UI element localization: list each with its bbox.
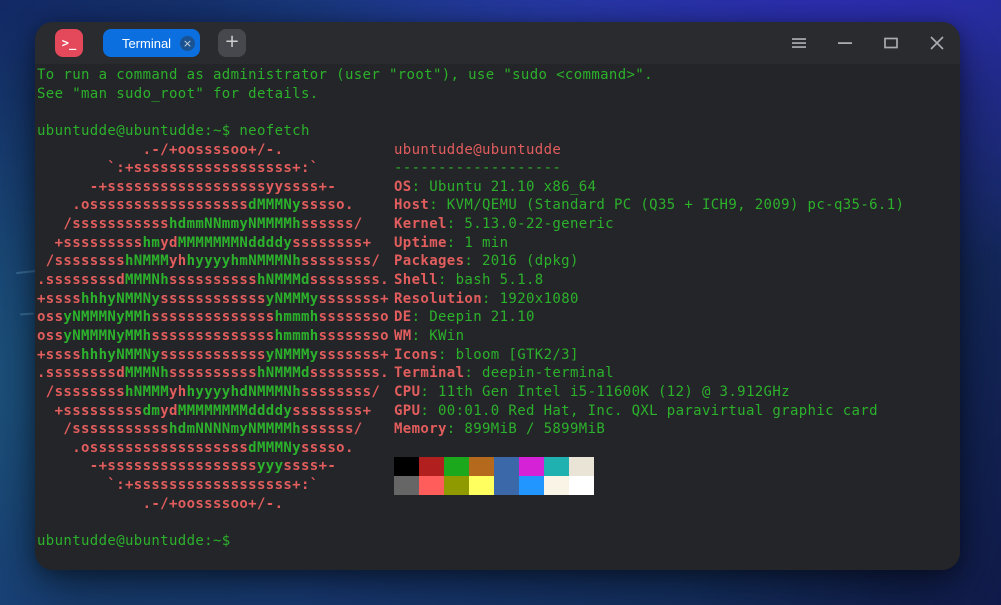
maximize-button[interactable] [868, 22, 914, 64]
neofetch-output: .-/+oossssoo+/-. `:+ssssssssssssssssss+:… [37, 141, 960, 514]
desktop: >_ Terminal × + [0, 0, 1001, 605]
command-line: ubuntudde@ubuntudde:~$ neofetch [37, 122, 960, 141]
palette-swatch [519, 457, 544, 476]
info-entry: GPU: 00:01.0 Red Hat, Inc. QXL paravirtu… [394, 402, 959, 421]
info-entry: Host: KVM/QEMU (Standard PC (Q35 + ICH9,… [394, 196, 959, 215]
new-tab-button[interactable]: + [218, 29, 246, 57]
terminal-screen[interactable]: To run a command as administrator (user … [35, 64, 960, 570]
palette-swatch [544, 457, 569, 476]
terminal-app-icon: >_ [55, 29, 83, 57]
menu-button[interactable] [776, 22, 822, 64]
info-entry: Kernel: 5.13.0-22-generic [394, 215, 959, 234]
intro-line: To run a command as administrator (user … [37, 66, 960, 85]
terminal-window: >_ Terminal × + [35, 22, 960, 570]
info-entry: Icons: bloom [GTK2/3] [394, 346, 959, 365]
palette-row-2 [394, 476, 959, 495]
blank-line [37, 514, 960, 533]
palette-swatch [494, 457, 519, 476]
palette-swatch [569, 476, 594, 495]
neofetch-separator: ------------------- [394, 159, 959, 178]
tab-label: Terminal [122, 36, 181, 51]
palette-row-1 [394, 457, 959, 476]
wallpaper-streak [20, 313, 34, 316]
palette-swatch [444, 457, 469, 476]
palette-swatch [469, 476, 494, 495]
tab-close-icon[interactable]: × [180, 36, 195, 51]
blank-line [37, 103, 960, 122]
prompt-line: ubuntudde@ubuntudde:~$ [37, 532, 960, 551]
intro-lines: To run a command as administrator (user … [37, 66, 960, 103]
palette-swatch [394, 457, 419, 476]
info-entry: Resolution: 1920x1080 [394, 290, 959, 309]
info-entry: WM: KWin [394, 327, 959, 346]
menu-icon [791, 35, 807, 51]
info-entry: Shell: bash 5.1.8 [394, 271, 959, 290]
tab-terminal[interactable]: Terminal × [103, 29, 200, 57]
info-entry: DE: Deepin 21.10 [394, 308, 959, 327]
maximize-icon [883, 35, 899, 51]
palette-swatch [469, 457, 494, 476]
palette-swatch [419, 476, 444, 495]
palette-swatch [494, 476, 519, 495]
neofetch-info-entries: OS: Ubuntu 21.10 x86_64Host: KVM/QEMU (S… [394, 178, 959, 439]
info-entry: Terminal: deepin-terminal [394, 364, 959, 383]
palette-swatch [394, 476, 419, 495]
blank-line [394, 439, 959, 458]
wallpaper-streak [16, 270, 37, 274]
info-entry: Packages: 2016 (dpkg) [394, 252, 959, 271]
neofetch-info: ubuntudde@ubuntudde ------------------- … [394, 141, 959, 495]
palette-swatch [444, 476, 469, 495]
info-entry: Uptime: 1 min [394, 234, 959, 253]
info-entry: CPU: 11th Gen Intel i5-11600K (12) @ 3.9… [394, 383, 959, 402]
close-button[interactable] [914, 22, 960, 64]
info-entry: OS: Ubuntu 21.10 x86_64 [394, 178, 959, 197]
palette-swatch [569, 457, 594, 476]
palette-swatch [544, 476, 569, 495]
neofetch-header: ubuntudde@ubuntudde [394, 141, 959, 160]
palette-swatch [419, 457, 444, 476]
intro-line: See "man sudo_root" for details. [37, 85, 960, 104]
ascii-art-line: .-/+oossssoo+/-. [37, 495, 960, 514]
info-entry: Memory: 899MiB / 5899MiB [394, 420, 959, 439]
titlebar[interactable]: >_ Terminal × + [35, 22, 960, 64]
minimize-button[interactable] [822, 22, 868, 64]
minimize-icon [837, 35, 853, 51]
close-icon [929, 35, 945, 51]
palette-swatch [519, 476, 544, 495]
